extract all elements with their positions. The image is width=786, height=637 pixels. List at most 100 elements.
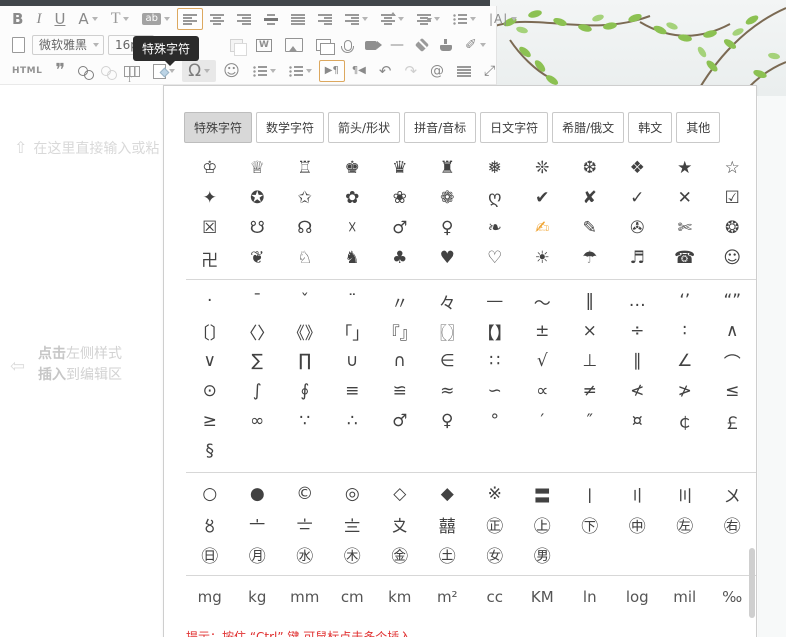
symbol-cell[interactable]: ∶ [661,316,709,346]
symbol-cell[interactable]: ≮ [614,376,662,406]
symbol-cell[interactable]: ∩ [376,346,424,376]
symbol-cell[interactable]: cc [471,582,519,612]
symbol-cell[interactable]: ♂ [376,406,424,436]
unlink-button[interactable] [95,60,117,82]
symbol-cell[interactable]: 〧 [281,509,329,539]
symbol-cell[interactable]: 々 [424,286,472,316]
summary-button[interactable] [451,60,477,82]
symbol-cell[interactable]: ♕ [234,153,282,183]
symbol-cell[interactable]: ≈ [424,376,472,406]
symbol-cell[interactable]: ∑ [234,346,282,376]
symbol-cell[interactable]: ㊤ [519,509,567,539]
symbol-cell[interactable]: ✕ [661,183,709,213]
first-line-indent-button[interactable] [339,8,374,30]
symbol-cell[interactable]: ～ [519,286,567,316]
symbol-cell[interactable]: ￠ [661,406,709,436]
symbol-cell[interactable]: ❊ [519,153,567,183]
symbol-cell[interactable]: ★ [661,153,709,183]
symbol-cell[interactable]: ∏ [281,346,329,376]
symbol-cell[interactable]: ≠ [566,376,614,406]
symbol-cell[interactable]: log [614,582,662,612]
symbol-cell[interactable]: ⌒ [709,346,757,376]
symbol-cell[interactable]: ∝ [519,376,567,406]
symbol-cell[interactable]: “” [709,286,757,316]
symbol-cell[interactable]: ♜ [424,153,472,183]
symbol-cell[interactable]: ≌ [376,376,424,406]
fullscreen-button[interactable]: ⤢ [478,60,501,82]
symbol-cell[interactable]: ㊏ [424,539,472,569]
symbol-cell[interactable]: ● [234,479,282,509]
symbol-cell[interactable]: ♖ [281,153,329,183]
symbol-cell[interactable]: ♞ [329,243,377,273]
symbol-cell[interactable]: ♂ [376,213,424,243]
symbol-cell[interactable]: ♚ [329,153,377,183]
emotion-button[interactable]: ☺ [217,60,246,82]
symbol-cell[interactable]: · [186,286,234,316]
ltr-button[interactable]: ▶¶ [319,60,345,82]
import-word-button[interactable]: W [250,34,278,56]
insert-audio-button[interactable] [338,34,358,56]
horizontal-rule-button[interactable]: — [384,34,410,56]
paste-format-button[interactable] [224,34,249,56]
link-button[interactable] [72,60,94,82]
symbol-cell[interactable]: ◎ [329,479,377,509]
symbol-cell[interactable]: ㊍ [329,539,377,569]
symbol-cell[interactable]: 〤 [709,479,757,509]
symbol-cell[interactable]: ∠ [661,346,709,376]
underline-button[interactable]: U [48,8,71,30]
symbol-cell[interactable]: ✦ [186,183,234,213]
symbol-cell[interactable]: 〃 [376,286,424,316]
tab-arrows-shapes[interactable]: 箭头/形状 [328,112,400,143]
tab-korean[interactable]: 韩文 [628,112,672,143]
symbol-cell[interactable]: ≤ [709,376,757,406]
symbol-cell[interactable]: mil [661,582,709,612]
symbol-cell[interactable]: 〡 [566,479,614,509]
symbol-cell[interactable]: 【】 [471,316,519,346]
symbol-cell[interactable]: 〖〗 [424,316,472,346]
symbol-cell[interactable]: ✿ [329,183,377,213]
symbol-cell[interactable]: ✓ [614,183,662,213]
symbol-cell[interactable]: ♀ [424,406,472,436]
symbol-cell[interactable]: 卍 [186,243,234,273]
new-document-button[interactable] [6,34,31,56]
symbol-cell[interactable]: ☒ [186,213,234,243]
symbol-cell[interactable]: kg [234,582,282,612]
symbol-cell[interactable]: ❦ [234,243,282,273]
symbol-cell[interactable]: 〩 [376,509,424,539]
symbol-cell[interactable]: ¨ [329,286,377,316]
symbol-cell[interactable]: KM [519,582,567,612]
redo-button[interactable]: ↷ [398,60,423,82]
symbol-cell[interactable]: 〦 [234,509,282,539]
symbol-cell[interactable]: ◇ [376,479,424,509]
symbol-cell[interactable]: ″ [566,406,614,436]
tab-math-chars[interactable]: 数学字符 [256,112,324,143]
html-source-button[interactable]: HTML [6,60,48,82]
font-color-button[interactable]: A [72,8,103,30]
symbol-cell[interactable]: ° [471,406,519,436]
symbol-cell[interactable]: ✘ [566,183,614,213]
symbol-cell[interactable]: ㊐ [186,539,234,569]
symbol-cell[interactable]: ∷ [471,346,519,376]
symbol-cell[interactable]: ㊨ [709,509,757,539]
insert-gallery-button[interactable] [310,34,337,56]
symbol-cell[interactable]: 〓 [519,479,567,509]
undo-button[interactable]: ↶ [373,60,398,82]
symbol-cell[interactable]: ∵ [281,406,329,436]
symbol-cell[interactable]: ∮ [281,376,329,406]
symbol-cell[interactable]: ∧ [709,316,757,346]
symbol-cell[interactable]: ❖ [614,153,662,183]
italic-button[interactable]: I [30,8,47,30]
symbol-cell[interactable]: mg [186,582,234,612]
symbol-cell[interactable]: ○ [186,479,234,509]
symbol-cell[interactable]: ※ [471,479,519,509]
symbol-cell[interactable]: ❀ [376,183,424,213]
symbol-cell[interactable]: ✄ [661,213,709,243]
blockquote-button[interactable]: ❞ [49,60,71,82]
symbol-cell[interactable]: ∫ [234,376,282,406]
insert-video-button[interactable] [359,34,383,56]
symbol-cell[interactable]: ∴ [329,406,377,436]
panel-scrollbar[interactable] [749,548,755,618]
align-title-button[interactable] [258,8,284,30]
symbol-cell[interactable]: ㊎ [376,539,424,569]
ordered-list-button[interactable] [247,60,282,82]
